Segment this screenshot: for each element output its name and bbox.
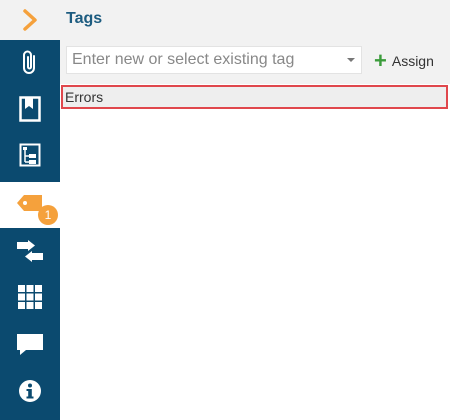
- bookmark-icon: [19, 96, 41, 122]
- tree-structure-icon: [19, 143, 41, 167]
- sidebar-item-outline[interactable]: [0, 132, 60, 178]
- assign-label: Assign: [391, 53, 434, 69]
- panel-title: Tags: [66, 10, 103, 27]
- transfer-icon: [17, 240, 43, 262]
- sidebar-item-links[interactable]: [0, 228, 60, 274]
- assign-button[interactable]: + Assign: [374, 50, 434, 72]
- tag-combobox[interactable]: [66, 46, 362, 74]
- sidebar-item-bookmarks[interactable]: [0, 86, 60, 132]
- info-icon: [19, 380, 41, 402]
- expand-button[interactable]: [0, 0, 60, 40]
- plus-icon: +: [374, 48, 387, 73]
- sidebar-item-info[interactable]: [0, 368, 60, 414]
- panel-toolbar: + Assign: [60, 40, 450, 84]
- sidebar-item-comments[interactable]: [0, 322, 60, 368]
- tag-label: Errors: [65, 89, 104, 105]
- sidebar-item-attachments[interactable]: [0, 40, 60, 86]
- grid-icon: [18, 285, 42, 309]
- list-item[interactable]: Errors: [61, 85, 448, 109]
- dropdown-arrow-icon[interactable]: [347, 58, 355, 62]
- tag-list: Errors: [60, 84, 450, 420]
- chevron-right-icon: [23, 9, 37, 31]
- sidebar-item-tags[interactable]: 1: [0, 182, 60, 228]
- tag-count-badge: 1: [38, 205, 58, 225]
- comment-icon: [17, 334, 43, 355]
- tag-input[interactable]: [67, 47, 337, 73]
- sidebar-item-grid[interactable]: [0, 274, 60, 320]
- tags-panel: Tags + Assign Errors: [60, 0, 450, 420]
- paperclip-icon: [23, 50, 35, 74]
- sidebar: 1: [0, 0, 60, 420]
- panel-header: Tags: [60, 0, 450, 40]
